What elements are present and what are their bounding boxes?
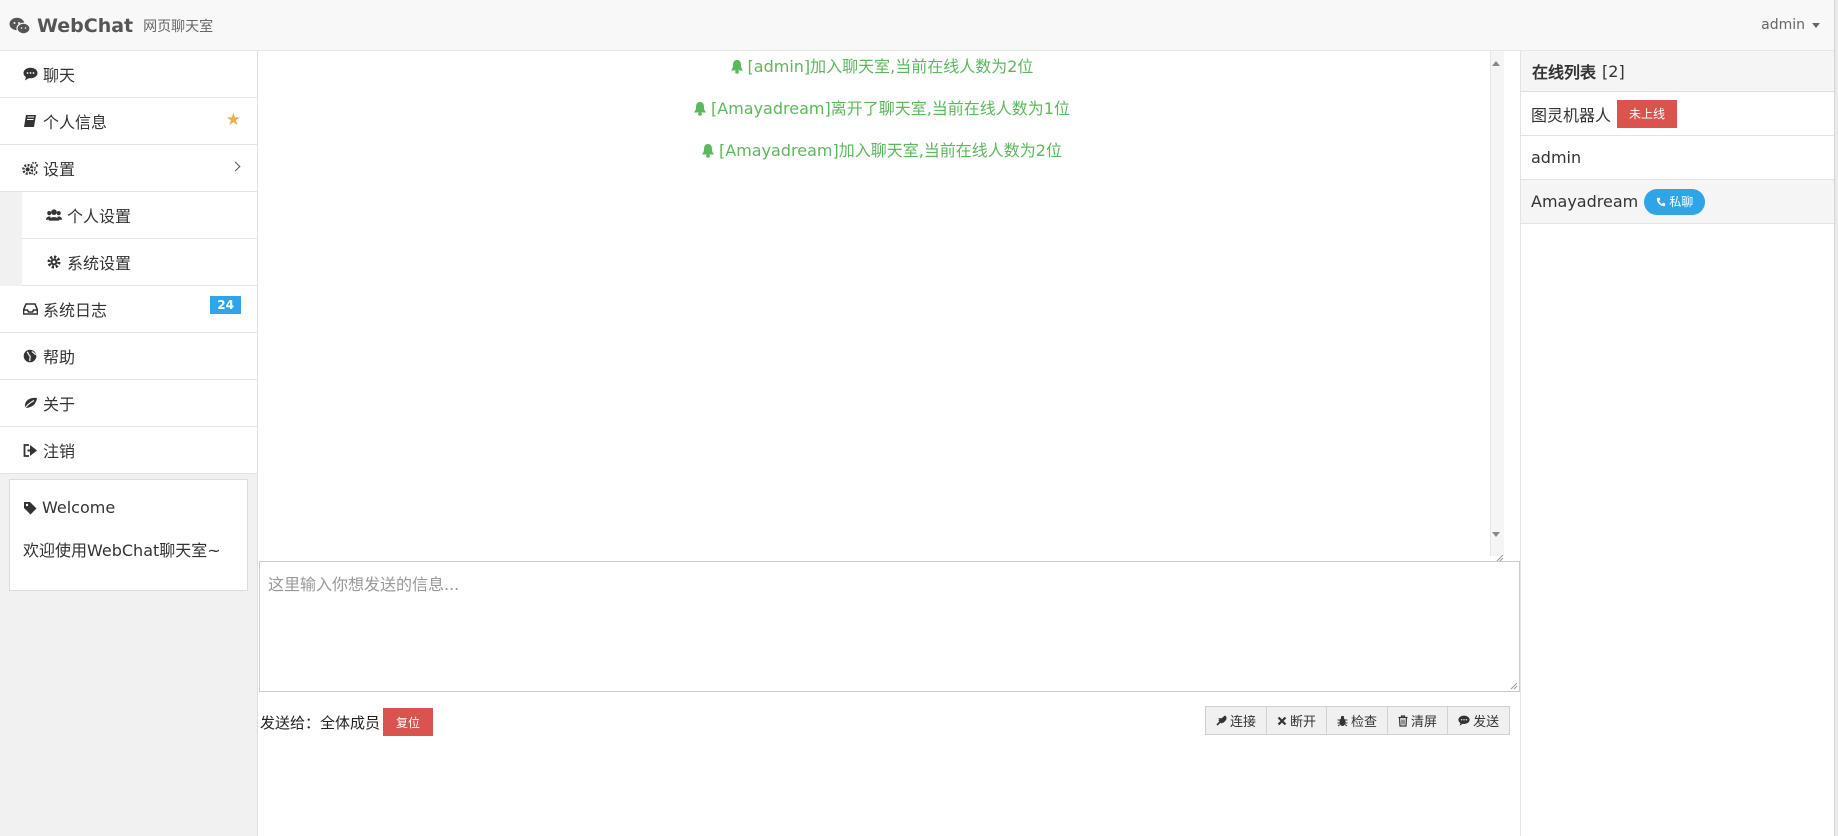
sidebar-item-system-settings[interactable]: 系统设置 [22, 239, 257, 286]
plug-icon [1216, 715, 1227, 726]
resize-grip-icon[interactable] [1510, 682, 1518, 690]
system-message-text: [Amayadream]离开了聊天室,当前在线人数为1位 [711, 99, 1070, 118]
sidebar-item-label: 设置 [43, 160, 76, 179]
sidebar-item-settings[interactable]: 设置 [0, 145, 257, 192]
brand-name: WebChat [37, 15, 134, 37]
sidebar-item-label: 系统日志 [43, 301, 108, 320]
globe-icon [22, 348, 38, 364]
clear-screen-button[interactable]: 清屏 [1388, 707, 1449, 734]
message-input[interactable] [260, 562, 1519, 691]
online-user-name: admin [1531, 148, 1582, 167]
send-to-row: 发送给：全体成员 复位 [260, 708, 434, 736]
connect-button-label: 连接 [1230, 715, 1257, 730]
welcome-text: 欢迎使用WebChat聊天室~ [23, 541, 221, 560]
chat-action-buttons: 连接 断开 检查 清屏 发送 [1205, 706, 1511, 735]
check-button[interactable]: 检查 [1327, 707, 1389, 734]
user-menu-label: admin [1761, 17, 1805, 33]
sidebar: 聊天 个人信息 ★ 设置 个人设置 系统设置 系统日志 24 帮助 关于 注销 … [0, 51, 258, 836]
bell-icon [730, 60, 743, 74]
send-button-label: 发送 [1473, 715, 1500, 730]
user-menu[interactable]: admin [1761, 17, 1820, 33]
sidebar-item-chat[interactable]: 聊天 [0, 51, 257, 98]
send-to-label: 发送给：全体成员 [260, 713, 381, 732]
sidebar-item-about[interactable]: 关于 [0, 380, 257, 427]
scroll-down-icon[interactable] [1492, 532, 1500, 537]
bell-icon [702, 144, 714, 158]
sidebar-item-label: 帮助 [43, 348, 76, 367]
system-message-text: [Amayadream]加入聊天室,当前在线人数为2位 [719, 141, 1062, 160]
comment-icon [22, 66, 38, 82]
welcome-panel: Welcome 欢迎使用WebChat聊天室~ [9, 479, 248, 591]
online-user-row[interactable]: admin [1521, 136, 1834, 180]
comment-icon [1458, 715, 1470, 726]
offline-status-badge: 未上线 [1617, 99, 1678, 128]
chat-message-area[interactable]: [admin]加入聊天室,当前在线人数为2位 [Amayadream]离开了聊天… [259, 51, 1504, 562]
top-navbar: WebChat 网页聊天室 admin [0, 0, 1838, 51]
sidebar-item-label: 聊天 [43, 66, 76, 85]
online-user-name: Amayadream [1531, 192, 1639, 211]
reset-button[interactable]: 复位 [383, 708, 434, 736]
welcome-title-text: Welcome [42, 498, 116, 517]
private-chat-label: 私聊 [1669, 195, 1694, 209]
trash-icon [1398, 714, 1408, 727]
online-user-row[interactable]: Amayadream 私聊 [1521, 180, 1834, 224]
online-user-row[interactable]: 图灵机器人 未上线 [1521, 92, 1834, 136]
close-icon [1277, 716, 1287, 725]
inbox-icon [22, 301, 38, 317]
sidebar-item-logout[interactable]: 注销 [0, 427, 257, 474]
online-list-title: 在线列表 [1532, 63, 1597, 82]
welcome-title: Welcome [23, 498, 234, 517]
sidebar-item-profile[interactable]: 个人信息 ★ [0, 98, 257, 145]
check-button-label: 检查 [1351, 715, 1378, 730]
users-icon [46, 207, 62, 223]
log-count-badge: 24 [210, 296, 241, 314]
brand[interactable]: WebChat 网页聊天室 [9, 14, 213, 38]
scroll-up-icon[interactable] [1492, 61, 1500, 66]
disconnect-button[interactable]: 断开 [1267, 707, 1328, 734]
disconnect-button-label: 断开 [1290, 715, 1317, 730]
online-list-panel: 在线列表 [2] 图灵机器人 未上线 admin Amayadream 私聊 [1520, 51, 1834, 836]
chat-scrollbar[interactable] [1490, 51, 1504, 556]
bug-icon [1337, 715, 1348, 726]
sidebar-item-personal-settings[interactable]: 个人设置 [22, 192, 257, 239]
wechat-icon [9, 17, 31, 35]
star-icon: ★ [225, 110, 241, 130]
sidebar-item-label: 注销 [43, 442, 76, 461]
sidebar-item-label: 系统设置 [67, 254, 132, 273]
bell-icon [694, 102, 706, 116]
chevron-right-icon [230, 161, 241, 172]
cog-icon [46, 254, 62, 270]
message-input-wrapper [259, 561, 1520, 692]
online-list-header: 在线列表 [2] [1521, 51, 1834, 92]
sidebar-item-label: 关于 [43, 395, 76, 414]
system-message: [Amayadream]离开了聊天室,当前在线人数为1位 [259, 95, 1504, 119]
caret-down-icon [1812, 22, 1820, 28]
sidebar-item-label: 个人信息 [43, 113, 108, 132]
cogs-icon [22, 160, 38, 176]
sidebar-item-label: 个人设置 [67, 207, 132, 226]
phone-icon [1657, 197, 1666, 206]
sign-out-icon [22, 442, 38, 458]
system-message: [admin]加入聊天室,当前在线人数为2位 [259, 53, 1504, 77]
system-message: [Amayadream]加入聊天室,当前在线人数为2位 [259, 137, 1504, 161]
sidebar-item-system-log[interactable]: 系统日志 24 [0, 286, 257, 333]
book-icon [22, 113, 38, 129]
online-count: [2] [1602, 61, 1625, 81]
send-button[interactable]: 发送 [1448, 707, 1510, 734]
page-scrollbar[interactable] [1834, 0, 1838, 836]
online-user-name: 图灵机器人 [1531, 105, 1612, 125]
clear-screen-button-label: 清屏 [1411, 715, 1438, 730]
sidebar-item-help[interactable]: 帮助 [0, 333, 257, 380]
leaf-icon [22, 395, 38, 411]
system-message-text: [admin]加入聊天室,当前在线人数为2位 [747, 57, 1034, 76]
connect-button[interactable]: 连接 [1206, 707, 1268, 734]
private-chat-button[interactable]: 私聊 [1644, 188, 1706, 215]
brand-subtitle: 网页聊天室 [143, 19, 214, 35]
tag-icon [24, 501, 37, 514]
